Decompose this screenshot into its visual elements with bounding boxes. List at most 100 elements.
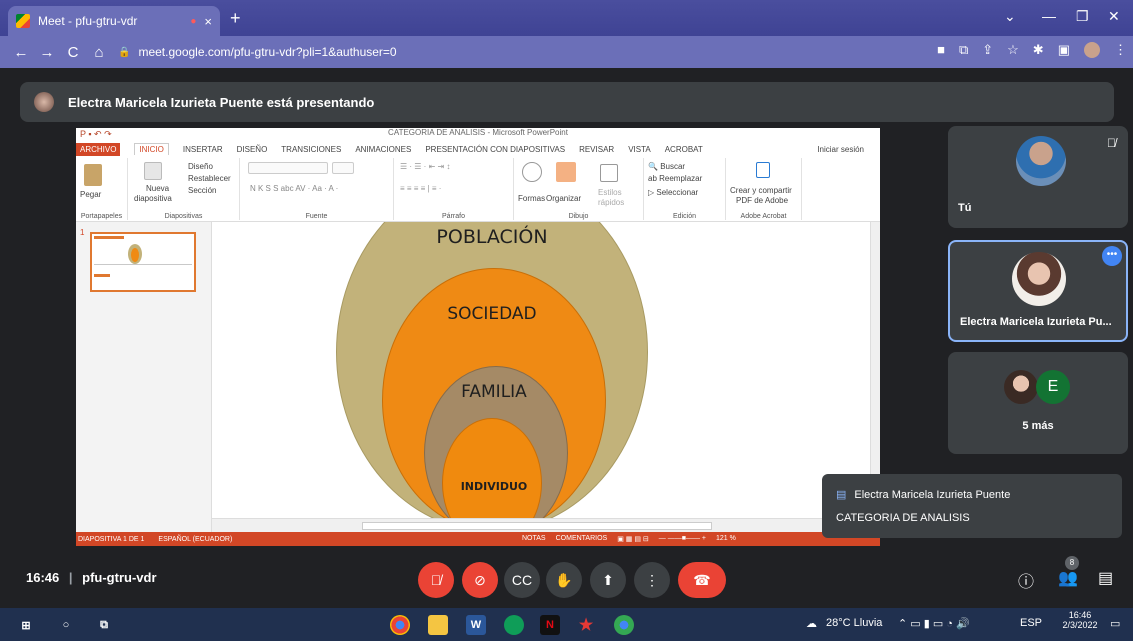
pp-sign-in-link[interactable]: Iniciar sesión	[817, 145, 864, 154]
task-view-icon[interactable]: ⧉	[94, 615, 114, 635]
notifications-icon[interactable]: ▭	[1110, 617, 1120, 630]
crear-compartir-button[interactable]: Crear y compartir	[730, 186, 792, 195]
font-name-input[interactable]	[248, 162, 328, 174]
back-icon[interactable]: ←	[8, 44, 34, 61]
home-icon[interactable]: ⌂	[86, 44, 112, 61]
portapapeles-label: Portapapeles	[80, 213, 123, 220]
comentarios-button[interactable]: COMENTARIOS	[556, 535, 608, 543]
buscar-button[interactable]: 🔍 Buscar	[648, 162, 685, 171]
chat-panel-icon[interactable]: ▤	[1098, 568, 1113, 588]
chrome-active-icon[interactable]	[614, 615, 634, 635]
pp-tab-animaciones[interactable]: ANIMACIONES	[355, 145, 411, 154]
windows-start-icon[interactable]: ⊞	[16, 615, 36, 635]
pp-tab-transiciones[interactable]: TRANSICIONES	[281, 145, 341, 154]
file-explorer-icon[interactable]	[428, 615, 448, 635]
star-app-icon[interactable]: ★	[576, 615, 596, 635]
browser-tab[interactable]: Meet - pfu-gtru-vdr ● ×	[8, 6, 220, 36]
chat-notification[interactable]: ▤ Electra Maricela Izurieta Puente CATEG…	[822, 474, 1122, 538]
view-buttons-icon[interactable]: ▣ ▦ ▤ ⊟	[617, 535, 649, 543]
reemplazar-button[interactable]: ab Reemplazar	[648, 174, 702, 183]
estilos-button[interactable]: Estilos	[598, 188, 622, 197]
reload-icon[interactable]: C	[60, 44, 86, 61]
minimize-button[interactable]: —	[1042, 8, 1056, 24]
address-bar[interactable]: 🔒 meet.google.com/pfu-gtru-vdr?pli=1&aut…	[118, 40, 898, 64]
tab-search-icon[interactable]: ⌄	[1004, 8, 1016, 25]
seleccionar-button[interactable]: ▷ Seleccionar	[648, 188, 698, 197]
diapositiva-label[interactable]: diapositiva	[134, 194, 172, 203]
pp-quick-access-icon[interactable]: P ▪ ↶ ↷	[80, 129, 112, 140]
close-window-button[interactable]: ✕	[1108, 8, 1120, 25]
pp-tab-acrobat[interactable]: ACROBAT	[665, 145, 703, 154]
camera-toggle-button[interactable]: ⊘	[462, 562, 498, 598]
more-options-icon[interactable]: •••	[1102, 246, 1122, 266]
pp-tab-presentacion[interactable]: PRESENTACIÓN CON DIAPOSITIVAS	[425, 145, 565, 154]
tab-title: Meet - pfu-gtru-vdr	[38, 14, 138, 28]
slide-thumbnail[interactable]	[90, 232, 196, 292]
bullets-icon[interactable]: ☰ · ☰ · ⇤ ⇥ ↕	[400, 162, 450, 171]
search-icon[interactable]: ○	[56, 615, 76, 635]
extensions-icon[interactable]: ✱	[1033, 42, 1044, 58]
others-tile[interactable]: E 5 más	[948, 352, 1128, 454]
clock[interactable]: 16:46 2/3/2022	[1058, 610, 1102, 630]
notas-button[interactable]: NOTAS	[522, 535, 546, 543]
tray-icons[interactable]: ⌃ ▭ ▮ ▭ ◔ 🔊	[898, 617, 970, 630]
font-format-buttons[interactable]: N K S S abc AV · Aa · A ·	[250, 184, 338, 193]
more-vert-icon: ⋮	[645, 571, 659, 588]
pp-tab-diseno[interactable]: DISEÑO	[237, 145, 268, 154]
shapes-icon[interactable]	[522, 162, 542, 182]
pegar-button[interactable]: Pegar	[80, 190, 101, 199]
external-icon[interactable]: ⧉	[959, 42, 968, 58]
sidepanel-icon[interactable]: ▣	[1058, 42, 1070, 58]
language-status[interactable]: ESPAÑOL (ECUADOR)	[158, 536, 232, 543]
restablecer-button[interactable]: Restablecer	[188, 174, 231, 183]
chrome-icon[interactable]	[390, 615, 410, 635]
more-options-button[interactable]: ⋮	[634, 562, 670, 598]
present-button[interactable]: ⬆	[590, 562, 626, 598]
zoom-level[interactable]: 121 %	[716, 535, 736, 543]
netflix-icon[interactable]: N	[540, 615, 560, 635]
captions-button[interactable]: CC	[504, 562, 540, 598]
pp-tab-archivo[interactable]: ARCHIVO	[76, 142, 121, 156]
pp-horizontal-scrollbar[interactable]	[212, 518, 880, 532]
pdf-adobe-label[interactable]: PDF de Adobe	[736, 196, 788, 205]
paste-icon[interactable]	[84, 164, 102, 186]
camera-indicator-icon[interactable]: ■	[937, 42, 945, 58]
share-icon[interactable]: ⇪	[982, 42, 993, 58]
leave-call-button[interactable]: ☎	[678, 562, 726, 598]
bookmark-star-icon[interactable]: ☆	[1007, 42, 1019, 58]
new-tab-button[interactable]: +	[230, 8, 241, 29]
self-tile[interactable]: 🎙̸ Tú	[948, 126, 1128, 228]
arrange-icon[interactable]	[556, 162, 576, 182]
word-icon[interactable]: W	[466, 615, 486, 635]
meeting-details-icon[interactable]: ⓘ	[1018, 568, 1034, 592]
weather-text[interactable]: 28°C Lluvia	[826, 617, 882, 629]
mic-toggle-button[interactable]: 🎙̸	[418, 562, 454, 598]
people-icon[interactable]: 👥	[1058, 568, 1078, 588]
slide-canvas[interactable]: POBLACIÓN SOCIEDAD FAMILIA INDIVIDUO	[212, 222, 870, 518]
pp-tab-inicio[interactable]: INICIO	[134, 143, 169, 155]
quick-styles-icon[interactable]	[600, 164, 618, 182]
pp-tab-revisar[interactable]: REVISAR	[579, 145, 614, 154]
forward-icon[interactable]: →	[34, 44, 60, 61]
raise-hand-button[interactable]: ✋	[546, 562, 582, 598]
language-indicator[interactable]: ESP	[1020, 617, 1042, 629]
chrome-profile-icon[interactable]	[504, 615, 524, 635]
restore-button[interactable]: ❐	[1076, 8, 1089, 25]
align-icon[interactable]: ≡ ≡ ≡ ≡ | ≡ ·	[400, 184, 441, 193]
seccion-button[interactable]: Sección	[188, 186, 216, 195]
zoom-slider[interactable]: — ——■—— +	[659, 535, 706, 543]
pp-tab-vista[interactable]: VISTA	[628, 145, 651, 154]
menu-icon[interactable]: ⋮	[1114, 42, 1127, 58]
profile-avatar[interactable]	[1084, 42, 1100, 58]
weather-icon[interactable]: ☁	[806, 617, 817, 630]
new-slide-icon[interactable]	[144, 162, 162, 180]
create-pdf-icon[interactable]	[756, 162, 770, 178]
diseno-button[interactable]: Diseño	[188, 162, 213, 171]
formas-button[interactable]: Formas	[518, 194, 545, 203]
tab-close-button[interactable]: ×	[204, 14, 212, 29]
pp-tab-insertar[interactable]: INSERTAR	[183, 145, 223, 154]
nueva-label[interactable]: Nueva	[146, 184, 169, 193]
presenter-tile[interactable]: ••• Electra Maricela Izurieta Pu...	[948, 240, 1128, 342]
font-size-input[interactable]	[332, 162, 354, 174]
organizar-button[interactable]: Organizar	[546, 194, 581, 203]
